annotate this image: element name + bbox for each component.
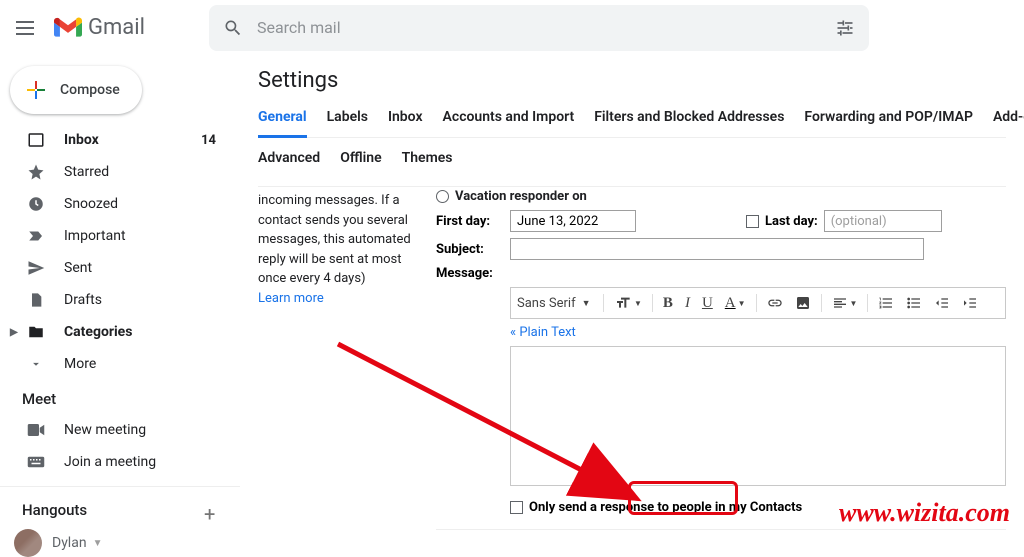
inbox-count: 14 (201, 133, 216, 148)
compose-button[interactable]: Compose (10, 66, 142, 114)
settings-tabs: General Labels Inbox Accounts and Import… (258, 109, 1006, 138)
menu-icon[interactable] (16, 16, 40, 40)
chevron-down-icon (26, 357, 46, 371)
nav-label: Categories (64, 324, 132, 340)
search-bar[interactable] (209, 5, 869, 51)
sidebar-item-new-meeting[interactable]: New meeting (0, 414, 240, 446)
page-title: Settings (258, 68, 1006, 93)
meet-section-label: Meet (0, 380, 240, 414)
nav-label: Starred (64, 164, 109, 180)
search-icon (223, 18, 243, 38)
radio-icon (436, 190, 449, 203)
tab-inbox[interactable]: Inbox (388, 109, 423, 137)
message-label: Message: (436, 266, 502, 281)
nav-label: More (64, 356, 96, 372)
settings-subtabs: Advanced Offline Themes (258, 138, 1006, 186)
hangouts-user[interactable]: Dylan ▼ (0, 525, 240, 557)
image-icon[interactable] (791, 293, 815, 313)
drafts-icon (26, 291, 46, 309)
tab-advanced[interactable]: Advanced (258, 150, 320, 176)
video-icon (26, 423, 46, 437)
underline-icon[interactable]: U (698, 293, 717, 314)
sidebar: Compose Inbox 14 Starred Snoozed Importan… (0, 56, 240, 534)
last-day-input[interactable] (824, 210, 942, 232)
tab-filters[interactable]: Filters and Blocked Addresses (594, 109, 784, 137)
sidebar-item-drafts[interactable]: Drafts (0, 284, 240, 316)
tab-general[interactable]: General (258, 109, 307, 138)
tab-themes[interactable]: Themes (402, 150, 453, 176)
gmail-m-icon (54, 17, 82, 39)
first-day-input[interactable] (510, 210, 636, 232)
sidebar-item-categories[interactable]: ▶ Categories (0, 316, 240, 348)
sidebar-item-important[interactable]: Important (0, 220, 240, 252)
tune-icon[interactable] (835, 18, 855, 38)
star-icon (26, 163, 46, 181)
message-editor[interactable] (510, 346, 1006, 486)
caret-down-icon: ▼ (93, 538, 103, 549)
sidebar-item-sent[interactable]: Sent (0, 252, 240, 284)
inbox-icon (26, 131, 46, 149)
caret-right-icon: ▶ (10, 327, 24, 338)
font-size-icon[interactable]: ▼ (610, 293, 646, 313)
indent-less-icon[interactable] (930, 293, 954, 313)
new-chat-icon[interactable]: + (204, 502, 215, 526)
text-color-icon[interactable]: A▼ (721, 293, 750, 314)
tab-accounts[interactable]: Accounts and Import (443, 109, 575, 137)
last-day-checkbox[interactable] (746, 215, 759, 228)
nav-label: Drafts (64, 292, 102, 308)
keyboard-icon (26, 455, 46, 469)
editor-toolbar: Sans Serif▼ ▼ B I U A▼ ▼ (510, 287, 1006, 319)
clock-icon (26, 195, 46, 213)
gmail-logo-text: Gmail (88, 15, 145, 40)
indent-more-icon[interactable] (958, 293, 982, 313)
nav-label: New meeting (64, 422, 146, 438)
nav-label: Important (64, 228, 126, 244)
vacation-description: incoming messages. If a contact sends yo… (258, 187, 426, 534)
learn-more-link[interactable]: Learn more (258, 291, 324, 306)
gmail-logo[interactable]: Gmail (54, 15, 145, 40)
first-day-label: First day: (436, 214, 502, 229)
categories-icon (26, 323, 46, 341)
watermark: www.wizita.com (839, 498, 1010, 528)
link-icon[interactable] (763, 293, 787, 313)
nav-label: Join a meeting (64, 454, 156, 470)
annotation-highlight-save (628, 481, 738, 515)
sidebar-item-snoozed[interactable]: Snoozed (0, 188, 240, 220)
sent-icon (26, 259, 46, 277)
sidebar-item-join-meeting[interactable]: Join a meeting (0, 446, 240, 478)
avatar (14, 529, 42, 557)
nav-label: Inbox (64, 132, 99, 148)
sidebar-item-starred[interactable]: Starred (0, 156, 240, 188)
last-day-label: Last day: (765, 214, 818, 229)
tab-labels[interactable]: Labels (327, 109, 368, 137)
bullet-list-icon[interactable] (902, 293, 926, 313)
search-input[interactable] (257, 18, 821, 37)
subject-input[interactable] (510, 238, 924, 260)
subject-label: Subject: (436, 242, 502, 257)
italic-icon[interactable]: I (681, 293, 694, 314)
align-icon[interactable]: ▼ (828, 293, 862, 313)
nav-label: Sent (64, 260, 92, 276)
plain-text-link[interactable]: « Plain Text (510, 325, 576, 340)
bold-icon[interactable]: B (659, 293, 677, 314)
nav-label: Snoozed (64, 196, 118, 212)
numbered-list-icon[interactable] (874, 293, 898, 313)
font-family-select[interactable]: Sans Serif▼ (517, 296, 597, 311)
tab-addons[interactable]: Add-ons (993, 109, 1024, 137)
sidebar-item-inbox[interactable]: Inbox 14 (0, 124, 240, 156)
only-contacts-checkbox[interactable] (510, 501, 523, 514)
important-icon (26, 227, 46, 245)
plus-icon (24, 78, 48, 102)
sidebar-item-more[interactable]: More (0, 348, 240, 380)
tab-offline[interactable]: Offline (340, 150, 381, 176)
tab-forwarding[interactable]: Forwarding and POP/IMAP (804, 109, 973, 137)
vacation-responder-on[interactable]: Vacation responder on (436, 189, 1006, 204)
